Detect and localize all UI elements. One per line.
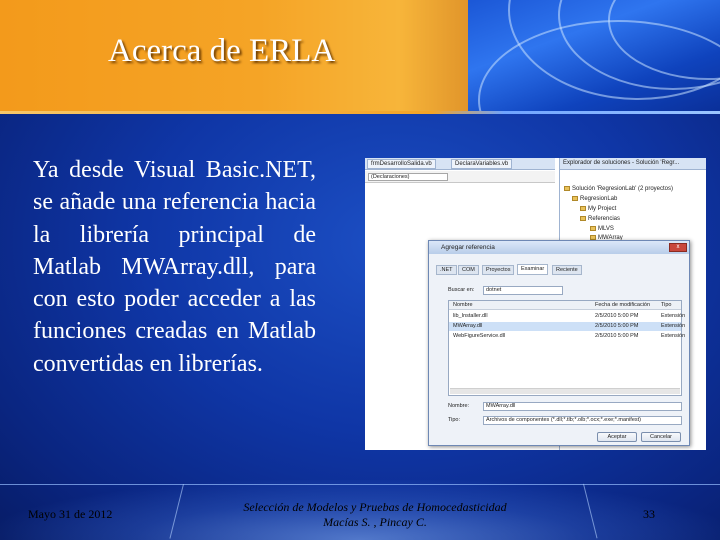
footer-center: Selección de Modelos y Pruebas de Homoce… (190, 500, 560, 530)
type-label: Tipo: (448, 417, 461, 423)
code-nav-bar: (Declaraciones) (365, 171, 555, 183)
solution-explorer-header: Explorador de soluciones - Solución 'Reg… (560, 158, 706, 170)
file-row[interactable]: WebFigureService.dll 2/5/2010 5:00 PM Ex… (449, 332, 685, 341)
header-divider (0, 111, 720, 114)
page-number: 33 (643, 507, 655, 521)
folder-icon (580, 216, 586, 221)
look-in-label: Buscar en: (448, 287, 475, 293)
cancel-button[interactable]: Cancelar (641, 432, 681, 442)
slide-body-text: Ya desde Visual Basic.NET, se añade una … (33, 157, 316, 377)
footer-title: Selección de Modelos y Pruebas de Homoce… (243, 500, 507, 514)
file-list-header: Nombre Fecha de modificación Tipo (449, 301, 681, 310)
tab-com[interactable]: COM (458, 265, 479, 275)
file-type: Extensión (661, 323, 686, 329)
type-dropdown[interactable]: Archivos de componentes (*.dll;*.tlb;*.o… (483, 416, 682, 425)
slide-header: Acerca de ERLA (0, 0, 720, 114)
accept-button[interactable]: Aceptar (597, 432, 637, 442)
slide-title: Acerca de ERLA (108, 33, 336, 69)
folder-icon (580, 206, 586, 211)
tab-proyectos[interactable]: Proyectos (482, 265, 515, 275)
column-header[interactable]: Fecha de modificación (595, 302, 650, 308)
tree-item-label: Referencias (588, 216, 621, 223)
slide: Acerca de ERLA Ya desde Visual Basic.NET… (0, 0, 720, 540)
tree-item[interactable]: RegresionLab (572, 196, 617, 202)
footer-date: Mayo 31 de 2012 (28, 507, 113, 521)
close-button[interactable]: x (669, 243, 687, 252)
reference-icon (590, 226, 596, 231)
vs-screenshot: frmDesarrolloSalida.vb DeclaraVariables.… (365, 158, 706, 450)
column-header[interactable]: Tipo (661, 302, 672, 308)
file-type: Extensión (661, 333, 686, 339)
tree-item[interactable]: MLVS (590, 226, 614, 232)
dialog-title: Agregar referencia (441, 244, 495, 251)
editor-tab-bar: frmDesarrolloSalida.vb DeclaraVariables.… (365, 158, 555, 170)
file-name: WebFigureService.dll (453, 333, 506, 339)
tree-item[interactable]: Solución 'RegresionLab' (2 proyectos) (564, 186, 673, 192)
file-row[interactable]: MWArray.dll 2/5/2010 5:00 PM Extensión (449, 322, 685, 331)
header-decoration (468, 0, 720, 113)
editor-tab[interactable]: DeclaraVariables.vb (451, 159, 513, 169)
tab-net[interactable]: .NET (436, 265, 457, 275)
footer-authors: Macías S. , Pincay C. (323, 515, 427, 529)
file-list: Nombre Fecha de modificación Tipo lib_In… (448, 300, 685, 396)
tab-reciente[interactable]: Reciente (552, 265, 582, 275)
file-name: lib_Installer.dll (453, 313, 488, 319)
file-name: MWArray.dll (453, 323, 483, 329)
tree-item[interactable]: Referencias (580, 216, 620, 222)
add-reference-dialog: Agregar referencia x .NET COM Proyectos … (428, 240, 690, 446)
filename-input[interactable]: MWArray.dll (483, 402, 682, 411)
tree-item-label: Solución 'RegresionLab' (2 proyectos) (572, 186, 674, 193)
horizontal-scrollbar[interactable] (450, 388, 680, 394)
file-type: Extensión (661, 313, 686, 319)
tab-examinar[interactable]: Examinar (517, 264, 549, 275)
dialog-title-bar: Agregar referencia x (429, 241, 689, 254)
look-in-dropdown[interactable]: dotnet (483, 286, 563, 295)
declarations-dropdown[interactable]: (Declaraciones) (368, 173, 448, 181)
file-date: 2/5/2010 5:00 PM (595, 333, 639, 339)
file-row[interactable]: lib_Installer.dll 2/5/2010 5:00 PM Exten… (449, 312, 685, 321)
footer-divider (0, 484, 720, 485)
tree-item-label: RegresionLab (580, 196, 618, 203)
solution-icon (564, 186, 570, 191)
file-date: 2/5/2010 5:00 PM (595, 323, 639, 329)
column-header[interactable]: Nombre (453, 302, 473, 308)
tree-item-label: My Project (588, 206, 617, 213)
project-icon (572, 196, 578, 201)
file-date: 2/5/2010 5:00 PM (595, 313, 639, 319)
tree-item[interactable]: My Project (580, 206, 616, 212)
tree-item-label: MLVS (598, 226, 614, 233)
editor-tab[interactable]: frmDesarrolloSalida.vb (367, 159, 436, 169)
filename-label: Nombre: (448, 403, 470, 409)
